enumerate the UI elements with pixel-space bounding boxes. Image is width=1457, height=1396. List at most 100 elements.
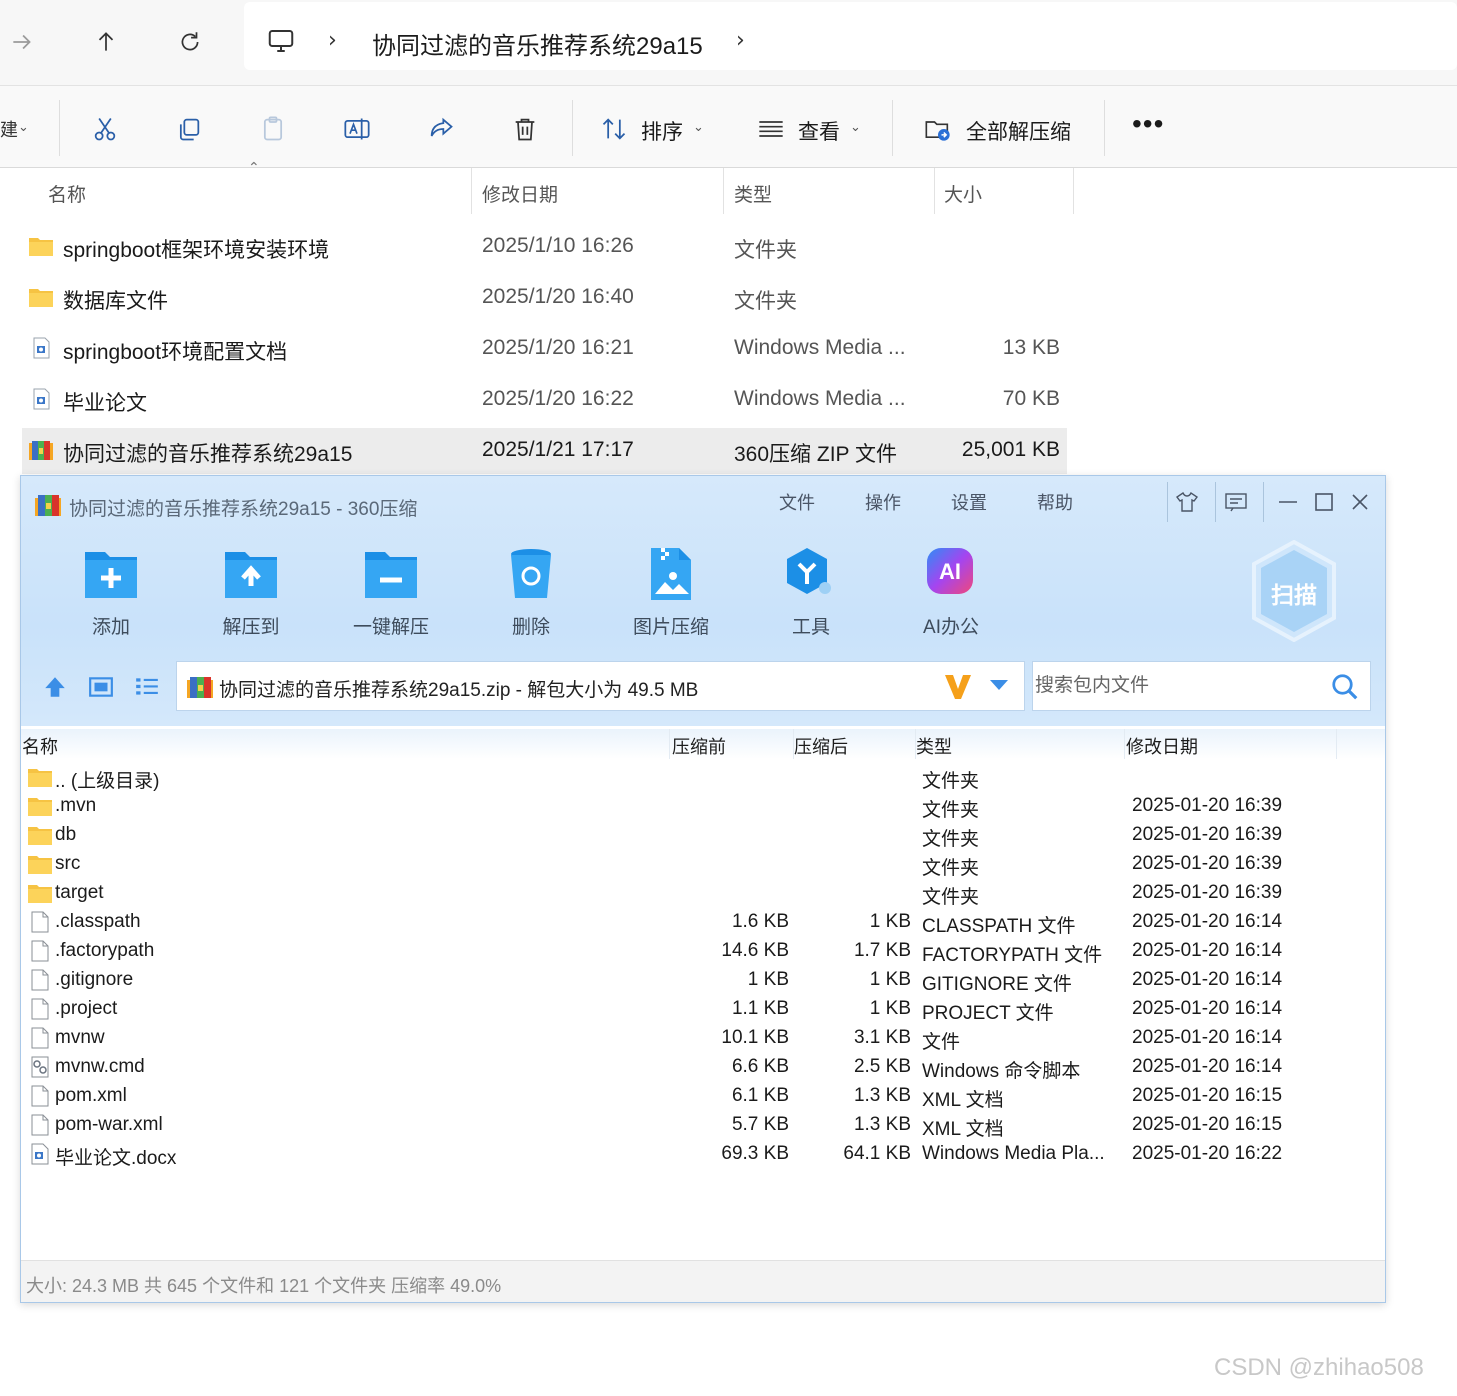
file-row[interactable]: springboot框架环境安装环境 2025/1/10 16:26 文件夹 <box>22 224 1067 270</box>
chevron-down-icon[interactable]: ⌄ <box>693 120 704 135</box>
computer-icon[interactable] <box>266 26 296 56</box>
entry-name: src <box>55 853 81 874</box>
tool-add[interactable]: 添加 <box>51 546 171 638</box>
archive-row[interactable]: pom.xml 6.1 KB 1.3 KB XML 文档 2025-01-20 … <box>21 1082 1385 1111</box>
file-row-selected[interactable]: 协同过滤的音乐推荐系统29a15 2025/1/21 17:17 360压缩 Z… <box>22 428 1067 474</box>
up-level-button[interactable] <box>41 673 69 701</box>
add-icon <box>85 552 137 598</box>
archive-row[interactable]: .. (上级目录) 文件夹 <box>21 763 1385 792</box>
archive-row[interactable]: src 文件夹 2025-01-20 16:39 <box>21 850 1385 879</box>
sort-caret-icon: ⌃ <box>248 160 260 176</box>
delete-button[interactable] <box>509 113 541 145</box>
archive-path-field[interactable]: 协同过滤的音乐推荐系统29a15.zip - 解包大小为 49.5 MB <box>176 661 1025 711</box>
column-divider[interactable] <box>1336 729 1337 759</box>
file-date: 2025/1/20 16:22 <box>482 387 634 410</box>
file-row[interactable]: 毕业论文 2025/1/20 16:22 Windows Media ... 7… <box>22 377 1067 423</box>
breadcrumb-folder[interactable]: 协同过滤的音乐推荐系统29a15 <box>372 26 703 61</box>
minimize-button[interactable] <box>1273 487 1303 517</box>
sort-button[interactable]: 排序 <box>641 116 683 146</box>
feedback-button[interactable] <box>1221 487 1251 517</box>
column-after[interactable]: 压缩后 <box>794 733 848 759</box>
archive-row[interactable]: 毕业论文.docx 69.3 KB 64.1 KB Windows Media … <box>21 1140 1385 1169</box>
column-type[interactable]: 类型 <box>734 180 772 207</box>
file-date: 2025/1/20 16:40 <box>482 285 634 308</box>
tool-delete[interactable]: 删除 <box>471 546 591 638</box>
file-icon <box>31 1114 49 1136</box>
column-date[interactable]: 修改日期 <box>482 180 558 207</box>
chevron-down-icon[interactable]: ⌄ <box>850 120 861 135</box>
column-type[interactable]: 类型 <box>916 733 952 759</box>
paste-button[interactable] <box>257 113 289 145</box>
chevron-down-icon[interactable]: ⌄ <box>18 120 29 135</box>
view-icon[interactable] <box>755 113 787 145</box>
column-divider[interactable] <box>723 168 724 214</box>
file-row[interactable]: springboot环境配置文档 2025/1/20 16:21 Windows… <box>22 326 1067 372</box>
archive-row[interactable]: .mvn 文件夹 2025-01-20 16:39 <box>21 792 1385 821</box>
image-compress-icon <box>651 548 691 600</box>
address-path[interactable]: › 协同过滤的音乐推荐系统29a15 › <box>244 2 1457 70</box>
column-size[interactable]: 大小 <box>944 180 982 207</box>
skin-button[interactable] <box>1172 487 1202 517</box>
entry-size-before: 5.7 KB <box>731 1114 789 1135</box>
file-list-header: ⌃ 名称 修改日期 类型 大小 <box>0 160 1457 214</box>
archive-row[interactable]: target 文件夹 2025-01-20 16:39 <box>21 879 1385 908</box>
column-date[interactable]: 修改日期 <box>1126 733 1198 759</box>
more-options-icon[interactable]: ••• <box>1132 108 1164 140</box>
column-divider[interactable] <box>1124 729 1125 759</box>
search-icon[interactable] <box>1330 672 1360 702</box>
archive-row[interactable]: .gitignore 1 KB 1 KB GITIGNORE 文件 2025-0… <box>21 966 1385 995</box>
share-button[interactable] <box>425 113 457 145</box>
column-divider[interactable] <box>934 168 935 214</box>
tool-ai-office[interactable]: AI AI办公 <box>891 546 1011 638</box>
cut-button[interactable] <box>89 113 121 145</box>
extract-all-button[interactable]: 全部解压缩 <box>966 116 1071 146</box>
menu-operation[interactable]: 操作 <box>865 489 901 515</box>
archive-row[interactable]: pom-war.xml 5.7 KB 1.3 KB XML 文档 2025-01… <box>21 1111 1385 1140</box>
breadcrumb-chevron-icon[interactable]: › <box>736 28 745 53</box>
archive-row[interactable]: db 文件夹 2025-01-20 16:39 <box>21 821 1385 850</box>
entry-size-after: 1.3 KB <box>853 1114 911 1135</box>
column-name[interactable]: 名称 <box>48 180 86 207</box>
column-before[interactable]: 压缩前 <box>672 733 726 759</box>
forward-button[interactable] <box>2 22 42 62</box>
tool-one-click-extract[interactable]: 一键解压 <box>331 546 451 638</box>
scan-button[interactable]: 扫描 <box>1249 539 1339 643</box>
tool-extract-to[interactable]: 解压到 <box>191 546 311 638</box>
file-row[interactable]: 数据库文件 2025/1/20 16:40 文件夹 <box>22 275 1067 321</box>
list-view-button[interactable] <box>133 673 161 701</box>
new-button-fragment[interactable]: 建 <box>0 116 18 142</box>
archive-row[interactable]: .factorypath 14.6 KB 1.7 KB FACTORYPATH … <box>21 937 1385 966</box>
tool-image-compress[interactable]: 图片压缩 <box>611 546 731 638</box>
extract-all-icon[interactable] <box>922 113 954 145</box>
search-box[interactable] <box>1032 661 1371 711</box>
column-divider[interactable] <box>669 729 670 759</box>
menu-settings[interactable]: 设置 <box>951 489 987 515</box>
up-button[interactable] <box>86 22 126 62</box>
sort-icon[interactable] <box>598 113 630 145</box>
column-divider[interactable] <box>1073 168 1074 214</box>
tool-tools[interactable]: 工具 <box>751 546 871 638</box>
archive-row[interactable]: mvnw.cmd 6.6 KB 2.5 KB Windows 命令脚本 2025… <box>21 1053 1385 1082</box>
close-button[interactable] <box>1345 487 1375 517</box>
archive-row[interactable]: .project 1.1 KB 1 KB PROJECT 文件 2025-01-… <box>21 995 1385 1024</box>
search-input[interactable] <box>1033 662 1323 710</box>
column-divider[interactable] <box>471 168 472 214</box>
refresh-button[interactable] <box>170 22 210 62</box>
entry-name: .gitignore <box>55 969 134 990</box>
archive-row[interactable]: mvnw 10.1 KB 3.1 KB 文件 2025-01-20 16:14 <box>21 1024 1385 1053</box>
maximize-button[interactable] <box>1309 487 1339 517</box>
v-logo-icon[interactable] <box>943 671 973 701</box>
copy-button[interactable] <box>173 113 205 145</box>
entry-type: Windows Media Pla... <box>922 1143 1105 1164</box>
breadcrumb-chevron-icon[interactable]: › <box>328 28 337 53</box>
chevron-down-icon[interactable] <box>988 678 1010 692</box>
menu-help[interactable]: 帮助 <box>1037 489 1073 515</box>
entry-date: 2025-01-20 16:39 <box>1132 824 1283 845</box>
menu-file[interactable]: 文件 <box>779 489 815 515</box>
column-name[interactable]: 名称 <box>22 733 58 759</box>
archive-row[interactable]: .classpath 1.6 KB 1 KB CLASSPATH 文件 2025… <box>21 908 1385 937</box>
rename-button[interactable] <box>341 113 373 145</box>
entry-date: 2025-01-20 16:14 <box>1132 969 1283 990</box>
view-button[interactable]: 查看 <box>798 116 840 146</box>
thumbnail-view-button[interactable] <box>87 673 115 701</box>
